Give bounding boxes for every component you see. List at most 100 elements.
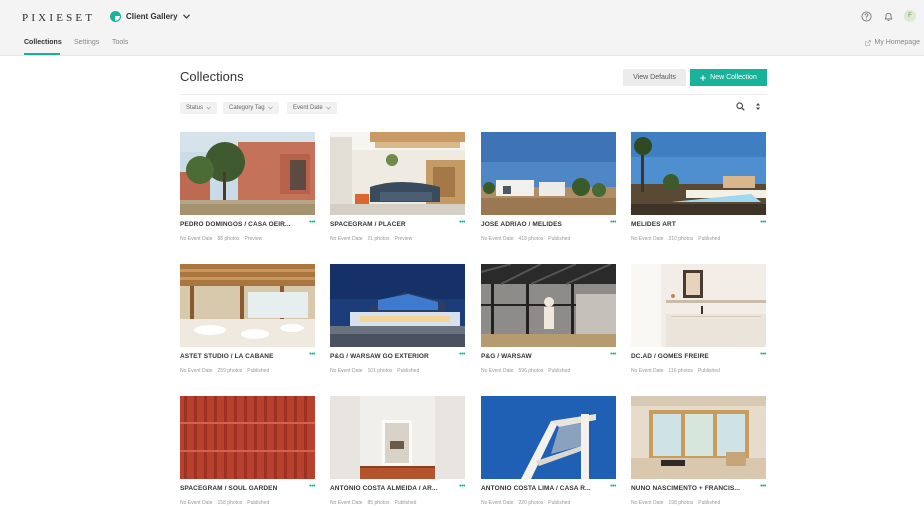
collection-card[interactable]: PEDRO DOMINGOS / CASA OEIR... ••• No Eve… bbox=[180, 132, 315, 242]
collection-card[interactable]: MELIDES ART ••• No Event Date 310 photos… bbox=[631, 132, 766, 242]
collection-cover[interactable] bbox=[180, 264, 315, 347]
collection-card[interactable]: NUNO NASCIMENTO + FRANCIS... ••• No Even… bbox=[631, 396, 766, 506]
chevron-down-icon bbox=[325, 106, 331, 110]
collection-meta: No Event Date 116 photos Published bbox=[631, 368, 720, 374]
help-icon[interactable] bbox=[860, 10, 872, 22]
collection-title[interactable]: ANTÓNIO COSTA ALMEIDA / AR... bbox=[330, 485, 452, 492]
collection-title[interactable]: P&G / WARSAW bbox=[481, 353, 603, 360]
collection-card[interactable]: ANTÓNIO COSTA ALMEIDA / AR... ••• No Eve… bbox=[330, 396, 465, 506]
collection-title[interactable]: DC.AD / GOMES FREIRE bbox=[631, 353, 753, 360]
photo-count: 85 photos bbox=[367, 500, 390, 506]
more-icon[interactable]: ••• bbox=[760, 219, 766, 226]
more-icon[interactable]: ••• bbox=[459, 219, 465, 226]
status-filter[interactable]: Status bbox=[180, 102, 218, 114]
collection-card[interactable]: P&G / WARSAW ••• No Event Date 596 photo… bbox=[481, 264, 616, 374]
collection-cover[interactable] bbox=[330, 132, 465, 215]
collection-cover[interactable] bbox=[180, 132, 315, 215]
product-switcher[interactable]: Client Gallery bbox=[110, 11, 190, 22]
more-icon[interactable]: ••• bbox=[610, 483, 616, 490]
collection-cover[interactable] bbox=[180, 396, 315, 479]
more-icon[interactable]: ••• bbox=[760, 351, 766, 358]
event-date-filter[interactable]: Event Date bbox=[287, 102, 337, 114]
collection-card[interactable]: DC.AD / GOMES FREIRE ••• No Event Date 1… bbox=[631, 264, 766, 374]
search-icon[interactable] bbox=[736, 102, 745, 111]
more-icon[interactable]: ••• bbox=[459, 483, 465, 490]
event-date: No Event Date bbox=[481, 368, 514, 374]
more-icon[interactable]: ••• bbox=[610, 219, 616, 226]
collection-cover[interactable] bbox=[481, 132, 616, 215]
collection-card[interactable]: JOSÉ ADRIÃO / MELIDES ••• No Event Date … bbox=[481, 132, 616, 242]
photo-count: 310 photos bbox=[668, 236, 694, 242]
view-defaults-button[interactable]: View Defaults bbox=[623, 69, 686, 86]
photo-count: 88 photos bbox=[217, 236, 240, 242]
new-collection-label: New Collection bbox=[710, 74, 757, 81]
status-label: Published bbox=[698, 500, 721, 506]
my-homepage-link[interactable]: My Homepage bbox=[865, 39, 920, 46]
tab-collections[interactable]: Collections bbox=[24, 39, 62, 46]
category-tag-filter[interactable]: Category Tag bbox=[223, 102, 279, 114]
collection-title[interactable]: PEDRO DOMINGOS / CASA OEIR... bbox=[180, 221, 302, 228]
collection-card[interactable]: P&G / WARSAW GO EXTERIOR ••• No Event Da… bbox=[330, 264, 465, 374]
list-tools bbox=[736, 102, 761, 111]
more-icon[interactable]: ••• bbox=[610, 351, 616, 358]
chevron-down-icon bbox=[182, 14, 190, 19]
more-icon[interactable]: ••• bbox=[309, 483, 315, 490]
collection-title[interactable]: P&G / WARSAW GO EXTERIOR bbox=[330, 353, 452, 360]
status-label: Published bbox=[247, 368, 270, 374]
status-label: Published bbox=[394, 500, 417, 506]
sub-navigation: Collections Settings Tools My Homepage bbox=[0, 34, 924, 56]
collection-title[interactable]: MELIDES ART bbox=[631, 221, 753, 228]
collection-card[interactable]: ANTÓNIO COSTA LIMA / CASA R... ••• No Ev… bbox=[481, 396, 616, 506]
event-date: No Event Date bbox=[180, 236, 213, 242]
collection-title[interactable]: SPACEGRAM / SOUL GARDEN bbox=[180, 485, 302, 492]
header-divider bbox=[180, 94, 767, 95]
collection-card[interactable]: ASTET STUDIO / LA CABANE ••• No Event Da… bbox=[180, 264, 315, 374]
sort-icon[interactable] bbox=[755, 102, 761, 111]
new-collection-button[interactable]: New Collection bbox=[690, 69, 767, 86]
collection-title[interactable]: NUNO NASCIMENTO + FRANCIS... bbox=[631, 485, 753, 492]
collection-title[interactable]: ASTET STUDIO / LA CABANE bbox=[180, 353, 302, 360]
collection-cover[interactable] bbox=[481, 264, 616, 347]
collection-title[interactable]: JOSÉ ADRIÃO / MELIDES bbox=[481, 221, 603, 228]
collection-title[interactable]: ANTÓNIO COSTA LIMA / CASA R... bbox=[481, 485, 603, 492]
event-date: No Event Date bbox=[631, 500, 664, 506]
more-icon[interactable]: ••• bbox=[309, 351, 315, 358]
top-bar: PIXIESET Client Gallery F bbox=[0, 0, 924, 34]
more-icon[interactable]: ••• bbox=[309, 219, 315, 226]
more-icon[interactable]: ••• bbox=[760, 483, 766, 490]
external-link-icon bbox=[865, 39, 872, 46]
collection-title[interactable]: SPACEGRAM / PLACER bbox=[330, 221, 452, 228]
collection-meta: No Event Date 310 photos Published bbox=[631, 236, 720, 242]
collection-meta: No Event Date 596 photos Published bbox=[481, 368, 570, 374]
collection-cover[interactable] bbox=[481, 396, 616, 479]
plus-icon bbox=[700, 74, 706, 81]
avatar[interactable]: F bbox=[904, 10, 916, 22]
more-icon[interactable]: ••• bbox=[459, 351, 465, 358]
pixieset-logo[interactable]: PIXIESET bbox=[22, 12, 95, 24]
collection-cover[interactable] bbox=[330, 396, 465, 479]
photo-count: 220 photos bbox=[518, 500, 544, 506]
collection-cover[interactable] bbox=[631, 132, 766, 215]
bell-icon[interactable] bbox=[882, 10, 894, 22]
status-label: Published bbox=[548, 368, 571, 374]
event-date: No Event Date bbox=[180, 500, 213, 506]
photo-count: 158 photos bbox=[217, 500, 243, 506]
photo-count: 259 photos bbox=[217, 368, 243, 374]
event-date: No Event Date bbox=[481, 500, 514, 506]
collection-card[interactable]: SPACEGRAM / SOUL GARDEN ••• No Event Dat… bbox=[180, 396, 315, 506]
collection-meta: No Event Date 418 photos Published bbox=[481, 236, 570, 242]
collection-cover[interactable] bbox=[631, 264, 766, 347]
event-date: No Event Date bbox=[180, 368, 213, 374]
collection-cover[interactable] bbox=[330, 264, 465, 347]
collection-card[interactable]: SPACEGRAM / PLACER ••• No Event Date 21 … bbox=[330, 132, 465, 242]
event-date: No Event Date bbox=[330, 500, 363, 506]
tab-settings[interactable]: Settings bbox=[74, 39, 99, 46]
status-label: Published bbox=[247, 500, 270, 506]
event-date-filter-label: Event Date bbox=[293, 105, 323, 111]
photo-count: 116 photos bbox=[668, 368, 693, 374]
tab-tools[interactable]: Tools bbox=[112, 39, 128, 46]
collection-meta: No Event Date 198 photos Published bbox=[631, 500, 720, 506]
collection-meta: No Event Date 220 photos Published bbox=[481, 500, 570, 506]
collection-cover[interactable] bbox=[631, 396, 766, 479]
collection-meta: No Event Date 21 photos Preview bbox=[330, 236, 412, 242]
